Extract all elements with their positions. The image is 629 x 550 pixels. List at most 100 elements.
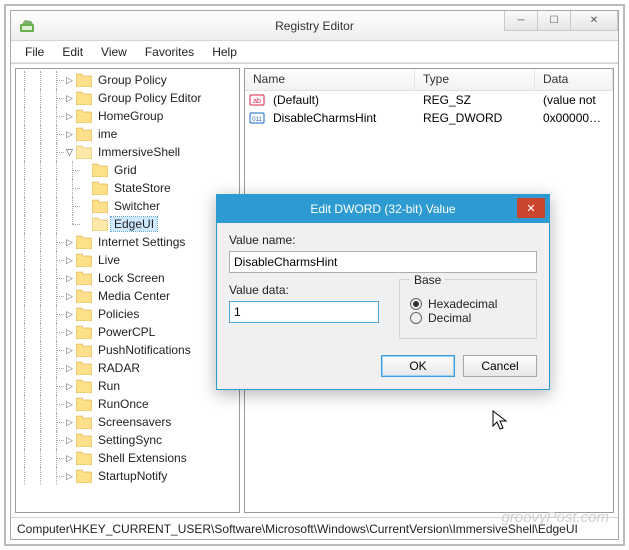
tree-label: RunOnce [95,397,152,411]
titlebar[interactable]: Registry Editor ─ ☐ ✕ [11,11,618,41]
tree-label: Policies [95,307,142,321]
minimize-button[interactable]: ─ [504,11,538,31]
maximize-button[interactable]: ☐ [537,11,571,31]
tree-item[interactable]: StartupNotify [16,467,239,485]
menubar: File Edit View Favorites Help [11,41,618,63]
dialog-close-button[interactable]: ✕ [517,198,545,218]
expand-icon[interactable] [64,345,75,356]
expand-icon[interactable] [64,291,75,302]
base-group: Base Hexadecimal Decimal [399,279,537,339]
col-data[interactable]: Data [535,69,613,90]
expand-icon[interactable] [64,273,75,284]
radio-dot-icon [410,312,422,324]
tree-item[interactable]: Internet Settings [16,233,239,251]
tree-item[interactable]: Screensavers [16,413,239,431]
tree-item[interactable]: PushNotifications [16,341,239,359]
base-legend: Base [410,273,445,287]
menu-edit[interactable]: Edit [54,43,91,61]
expand-icon[interactable] [64,417,75,428]
expand-icon[interactable] [64,129,75,140]
tree-item[interactable]: Grid [16,161,239,179]
tree-label: PowerCPL [95,325,158,339]
expand-icon[interactable] [64,471,75,482]
tree-item[interactable]: RunOnce [16,395,239,413]
expand-icon[interactable] [64,381,75,392]
tree-label: Media Center [95,289,173,303]
expand-icon[interactable] [80,219,91,230]
status-path: Computer\HKEY_CURRENT_USER\Software\Micr… [17,522,578,536]
expand-icon[interactable] [64,309,75,320]
tree-item[interactable]: Policies [16,305,239,323]
expand-icon[interactable] [64,147,75,158]
expand-icon[interactable] [80,183,91,194]
cell-name: (Default) [265,93,415,107]
tree-item[interactable]: Live [16,251,239,269]
valuename-label: Value name: [229,233,537,247]
expand-icon[interactable] [80,165,91,176]
list-header[interactable]: Name Type Data [245,69,613,91]
expand-icon[interactable] [64,93,75,104]
tree-item[interactable]: RADAR [16,359,239,377]
tree-label: HomeGroup [95,109,166,123]
tree-item[interactable]: ImmersiveShell [16,143,239,161]
cell-type: REG_DWORD [415,111,535,125]
menu-view[interactable]: View [93,43,135,61]
col-type[interactable]: Type [415,69,535,90]
cancel-button[interactable]: Cancel [463,355,537,377]
expand-icon[interactable] [64,255,75,266]
expand-icon[interactable] [64,363,75,374]
cell-data: (value not [535,93,613,107]
dialog-titlebar[interactable]: Edit DWORD (32-bit) Value ✕ [217,195,549,223]
dialog-title: Edit DWORD (32-bit) Value [310,202,455,216]
tree-pane[interactable]: Group PolicyGroup Policy Editor HomeGroup… [15,68,240,513]
radio-decimal[interactable]: Decimal [410,308,526,328]
col-name[interactable]: Name [245,69,415,90]
tree-label: Internet Settings [95,235,188,249]
tree-item[interactable]: Media Center [16,287,239,305]
tree-label: RADAR [95,361,143,375]
tree-label: ime [95,127,120,141]
cell-data: 0x00000000 [535,111,613,125]
expand-icon[interactable] [64,111,75,122]
expand-icon[interactable] [80,201,91,212]
tree-item[interactable]: StateStore [16,179,239,197]
tree-label: Switcher [111,199,163,213]
ok-button[interactable]: OK [381,355,455,377]
tree-item[interactable]: Group Policy [16,71,239,89]
close-button[interactable]: ✕ [570,11,618,31]
tree-label: SettingSync [95,433,165,447]
expand-icon[interactable] [64,453,75,464]
expand-icon[interactable] [64,327,75,338]
statusbar: Computer\HKEY_CURRENT_USER\Software\Micr… [11,517,618,539]
tree-item[interactable]: Group Policy Editor [16,89,239,107]
edit-dword-dialog: Edit DWORD (32-bit) Value ✕ Value name: … [216,194,550,390]
tree-item[interactable]: PowerCPL [16,323,239,341]
tree-label: StateStore [111,181,174,195]
valuedata-field[interactable] [229,301,379,323]
tree-item[interactable]: EdgeUI [16,215,239,233]
expand-icon[interactable] [64,75,75,86]
svg-text:011: 011 [252,117,262,123]
menu-file[interactable]: File [17,43,52,61]
valuename-field[interactable] [229,251,537,273]
menu-help[interactable]: Help [204,43,245,61]
tree-item[interactable]: Lock Screen [16,269,239,287]
tree-item[interactable]: HomeGroup [16,107,239,125]
valuedata-label: Value data: [229,283,379,297]
tree-item[interactable]: Shell Extensions [16,449,239,467]
tree-label: StartupNotify [95,469,170,483]
tree-item[interactable]: ime [16,125,239,143]
expand-icon[interactable] [64,399,75,410]
tree-label: PushNotifications [95,343,194,357]
menu-favorites[interactable]: Favorites [137,43,202,61]
tree-label: Lock Screen [95,271,168,285]
expand-icon[interactable] [64,435,75,446]
list-row[interactable]: ab(Default)REG_SZ(value not [245,91,613,109]
cell-name: DisableCharmsHint [265,111,415,125]
tree-label: Grid [111,163,140,177]
tree-item[interactable]: Switcher [16,197,239,215]
tree-item[interactable]: Run [16,377,239,395]
expand-icon[interactable] [64,237,75,248]
tree-item[interactable]: SettingSync [16,431,239,449]
list-row[interactable]: 011DisableCharmsHintREG_DWORD0x00000000 [245,109,613,127]
